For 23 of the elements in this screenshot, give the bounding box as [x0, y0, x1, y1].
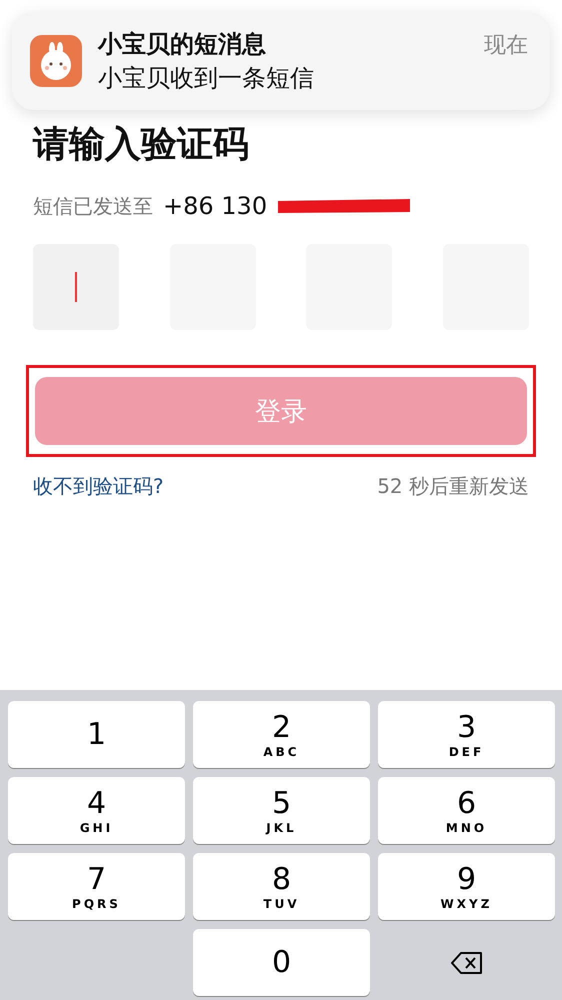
digit-key[interactable]: 8 TUV	[193, 853, 370, 920]
rabbit-icon	[30, 35, 82, 87]
resend-countdown: 52 秒后重新发送	[377, 473, 529, 500]
page-heading: 请输入验证码	[33, 123, 250, 167]
digit-key[interactable]: 9 WXYZ	[378, 853, 555, 920]
digit-key[interactable]: 7 PQRS	[8, 853, 185, 920]
digit-key[interactable]: 0	[193, 929, 370, 996]
digit-key[interactable]: 1	[8, 701, 185, 768]
digit-key[interactable]: 6 MNO	[378, 777, 555, 844]
notification-time: 现在	[484, 32, 528, 60]
digit-key[interactable]: 4 GHI	[8, 777, 185, 844]
notification-message: 小宝贝收到一条短信	[98, 63, 315, 94]
backspace-icon	[450, 950, 482, 974]
code-input-field[interactable]	[33, 244, 119, 330]
notification-title: 小宝贝的短消息	[98, 29, 267, 60]
text-cursor	[75, 272, 77, 302]
digit-key[interactable]: 5 JKL	[193, 777, 370, 844]
sent-to-label: 短信已发送至	[33, 192, 153, 220]
phone-number: +86 130	[163, 192, 268, 220]
digit-key[interactable]: 3 DEF	[378, 701, 555, 768]
help-link[interactable]: 收不到验证码?	[33, 473, 164, 500]
digit-key[interactable]: 2 ABC	[193, 701, 370, 768]
notification-card[interactable]: 小宝贝的短消息 小宝贝收到一条短信 现在	[12, 12, 550, 110]
